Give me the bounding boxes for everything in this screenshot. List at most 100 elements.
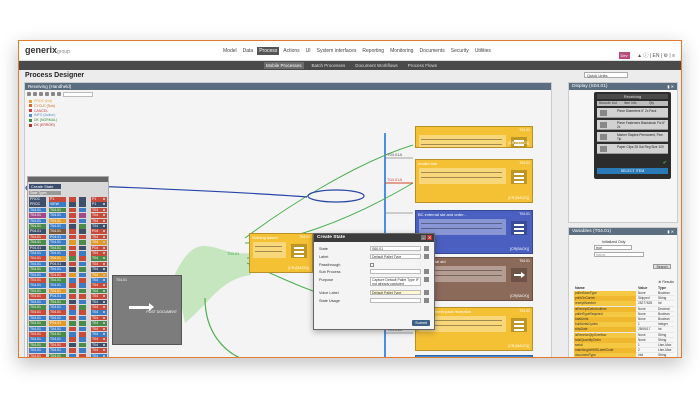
state-chip[interactable]: T04: [91, 288, 107, 294]
state-chip[interactable]: T04.01: [49, 326, 66, 332]
nav-item[interactable]: Security: [449, 47, 471, 55]
state-chip[interactable]: T04.01: [49, 229, 66, 234]
state-chip[interactable]: P04.01: [49, 261, 66, 267]
color-swatch[interactable]: [79, 272, 86, 278]
state-chip[interactable]: T04: [91, 342, 107, 348]
state-chip[interactable]: T04.01: [29, 288, 46, 294]
color-swatch[interactable]: [69, 202, 76, 207]
state-node[interactable]: Invalid tote T04.01 [CR.(MACG)]: [415, 159, 533, 203]
passthrough-checkbox[interactable]: [370, 263, 374, 267]
state-chip[interactable]: T04.01: [29, 337, 46, 342]
state-chip[interactable]: T04: [91, 321, 107, 326]
state-chip[interactable]: T04.01: [29, 305, 46, 310]
state-chip[interactable]: T04: [91, 261, 107, 267]
field-input[interactable]: Default Pallet Type: [370, 290, 421, 295]
palette-row[interactable]: T04.01 P04.01 T04: [29, 321, 109, 326]
color-swatch[interactable]: [69, 213, 76, 218]
color-swatch[interactable]: [79, 353, 86, 357]
subnav-item[interactable]: Batch Processes: [310, 62, 348, 69]
state-chip[interactable]: T04.01: [29, 207, 46, 213]
nav-item[interactable]: UI: [304, 47, 313, 55]
state-node[interactable]: When GTIN or vendor part number is... T04…: [415, 355, 533, 357]
state-chip[interactable]: T04.01: [49, 240, 66, 245]
panel-controls-icon[interactable]: ▮ ✕: [667, 83, 674, 90]
color-swatch[interactable]: [69, 234, 76, 240]
color-swatch[interactable]: [79, 305, 86, 310]
color-swatch[interactable]: [79, 278, 86, 283]
table-row[interactable]: documentType Inbl String: [574, 353, 674, 357]
logo[interactable]: generixgroup: [25, 45, 70, 55]
state-chip[interactable]: P1: [91, 202, 107, 207]
state-chip[interactable]: T04.01: [49, 213, 66, 218]
palette-row[interactable]: T04.01 T04.01 T04: [29, 218, 109, 224]
state-chip[interactable]: P04.01: [29, 245, 46, 251]
color-swatch[interactable]: [79, 342, 86, 348]
field-options-icon[interactable]: [424, 298, 429, 303]
color-swatch[interactable]: [69, 337, 76, 342]
color-swatch[interactable]: [79, 283, 86, 288]
color-swatch[interactable]: [69, 305, 76, 310]
color-swatch[interactable]: [79, 321, 86, 326]
color-swatch[interactable]: [79, 332, 86, 337]
state-chip[interactable]: T04: [91, 272, 107, 278]
nav-item[interactable]: Reporting: [360, 47, 386, 55]
field-options-icon[interactable]: [424, 269, 429, 274]
state-chip[interactable]: T04: [91, 348, 107, 353]
color-swatch[interactable]: [79, 337, 86, 342]
column-header[interactable]: Name: [575, 286, 585, 290]
state-chip[interactable]: T04.01: [29, 272, 46, 278]
state-chip[interactable]: T04.01: [29, 218, 46, 224]
state-chip[interactable]: P1: [91, 197, 107, 202]
color-swatch[interactable]: [69, 229, 76, 234]
device-tab[interactable]: Item Info: [624, 101, 636, 106]
state-chip[interactable]: T04: [91, 234, 107, 240]
state-chip[interactable]: T04.01: [49, 353, 66, 357]
color-swatch[interactable]: [79, 294, 86, 299]
color-swatch[interactable]: [79, 224, 86, 229]
state-chip[interactable]: T04: [91, 278, 107, 283]
color-swatch[interactable]: [69, 261, 76, 267]
nav-item[interactable]: Documents: [417, 47, 446, 55]
palette-row[interactable]: T04.01 T04.01 T04: [29, 278, 109, 283]
name-search-input[interactable]: Name: [594, 252, 644, 257]
state-chip[interactable]: T04.01: [49, 332, 66, 337]
state-chip[interactable]: T04: [91, 240, 107, 245]
state-chip[interactable]: P04.01: [29, 229, 46, 234]
create-state-button[interactable]: Create State: [29, 184, 61, 189]
color-swatch[interactable]: [69, 353, 76, 357]
state-chip[interactable]: T04.01: [29, 234, 46, 240]
state-chip[interactable]: T04.01: [49, 310, 66, 315]
minimize-icon[interactable]: –: [421, 235, 426, 240]
palette-row[interactable]: PROC VIEW P1: [29, 202, 109, 207]
field-options-icon[interactable]: [424, 277, 429, 282]
color-swatch[interactable]: [69, 326, 76, 332]
state-chip[interactable]: P04: [91, 229, 107, 234]
palette-row[interactable]: T04.01 T04.01 T04: [29, 315, 109, 321]
state-chip[interactable]: P04.01: [49, 321, 66, 326]
color-swatch[interactable]: [69, 342, 76, 348]
state-chip[interactable]: T04: [91, 326, 107, 332]
color-swatch[interactable]: [69, 272, 76, 278]
state-chip[interactable]: T04.01: [29, 251, 46, 256]
device-list-item[interactable]: Paper Clips 28 Gal Reg Size 100: [597, 144, 668, 154]
field-input[interactable]: Capture Default Pallet Type IF not alrea…: [370, 277, 421, 286]
color-swatch[interactable]: [79, 299, 86, 305]
state-chip[interactable]: T04: [91, 310, 107, 315]
column-header[interactable]: Type: [658, 286, 666, 290]
color-swatch[interactable]: [69, 348, 76, 353]
state-chip[interactable]: T04.01: [29, 261, 46, 267]
state-chip[interactable]: T04.01: [29, 348, 46, 353]
color-swatch[interactable]: [69, 299, 76, 305]
state-chip[interactable]: P1: [49, 197, 66, 202]
nav-item[interactable]: Process: [257, 47, 280, 55]
color-swatch[interactable]: [69, 332, 76, 337]
device-list-item[interactable]: Marker Staples Permanent, Fine Tip: [597, 132, 668, 142]
color-swatch[interactable]: [69, 310, 76, 315]
process-canvas[interactable]: Receiving (Handheld) PROC (Init) CYCLE (S…: [24, 82, 552, 357]
field-input[interactable]: S60.01: [370, 246, 421, 251]
state-chip[interactable]: T04: [91, 267, 107, 272]
check-icon[interactable]: ✔: [663, 160, 667, 166]
color-swatch[interactable]: [69, 267, 76, 272]
color-swatch[interactable]: [79, 348, 86, 353]
color-swatch[interactable]: [69, 240, 76, 245]
